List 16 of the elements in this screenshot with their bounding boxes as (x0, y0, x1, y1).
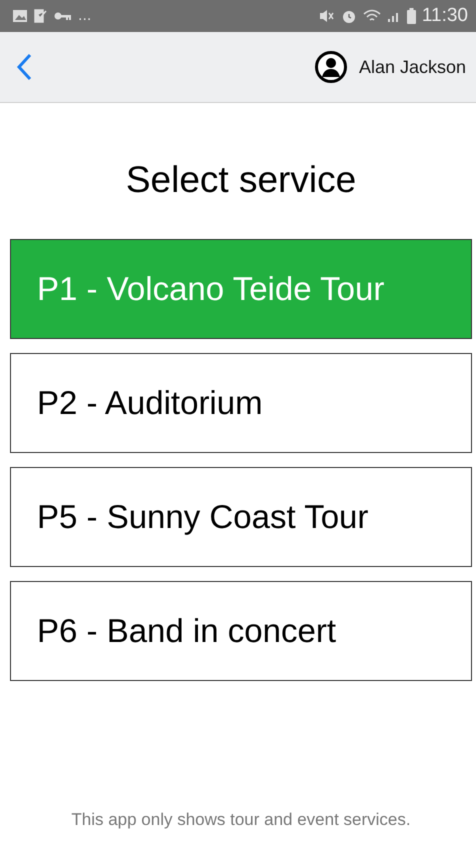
mute-icon (318, 9, 335, 23)
more-notifications: ... (78, 7, 92, 25)
footer-note: This app only shows tour and event services. (70, 810, 412, 830)
key-icon (54, 11, 72, 21)
wifi-icon (362, 9, 381, 23)
service-option[interactable]: P5 - Sunny Coast Tour (10, 467, 472, 567)
service-option[interactable]: P2 - Auditorium (10, 353, 472, 453)
page-title: Select service (124, 159, 358, 201)
image-icon (12, 9, 28, 23)
alarm-icon (340, 8, 357, 24)
user-avatar-icon (314, 51, 347, 83)
back-icon[interactable] (16, 53, 32, 81)
battery-icon (406, 8, 416, 24)
user-name: Alan Jackson (358, 56, 466, 78)
service-option[interactable]: P6 - Band in concert (10, 581, 472, 681)
clock-time: 11:30 (422, 5, 468, 27)
